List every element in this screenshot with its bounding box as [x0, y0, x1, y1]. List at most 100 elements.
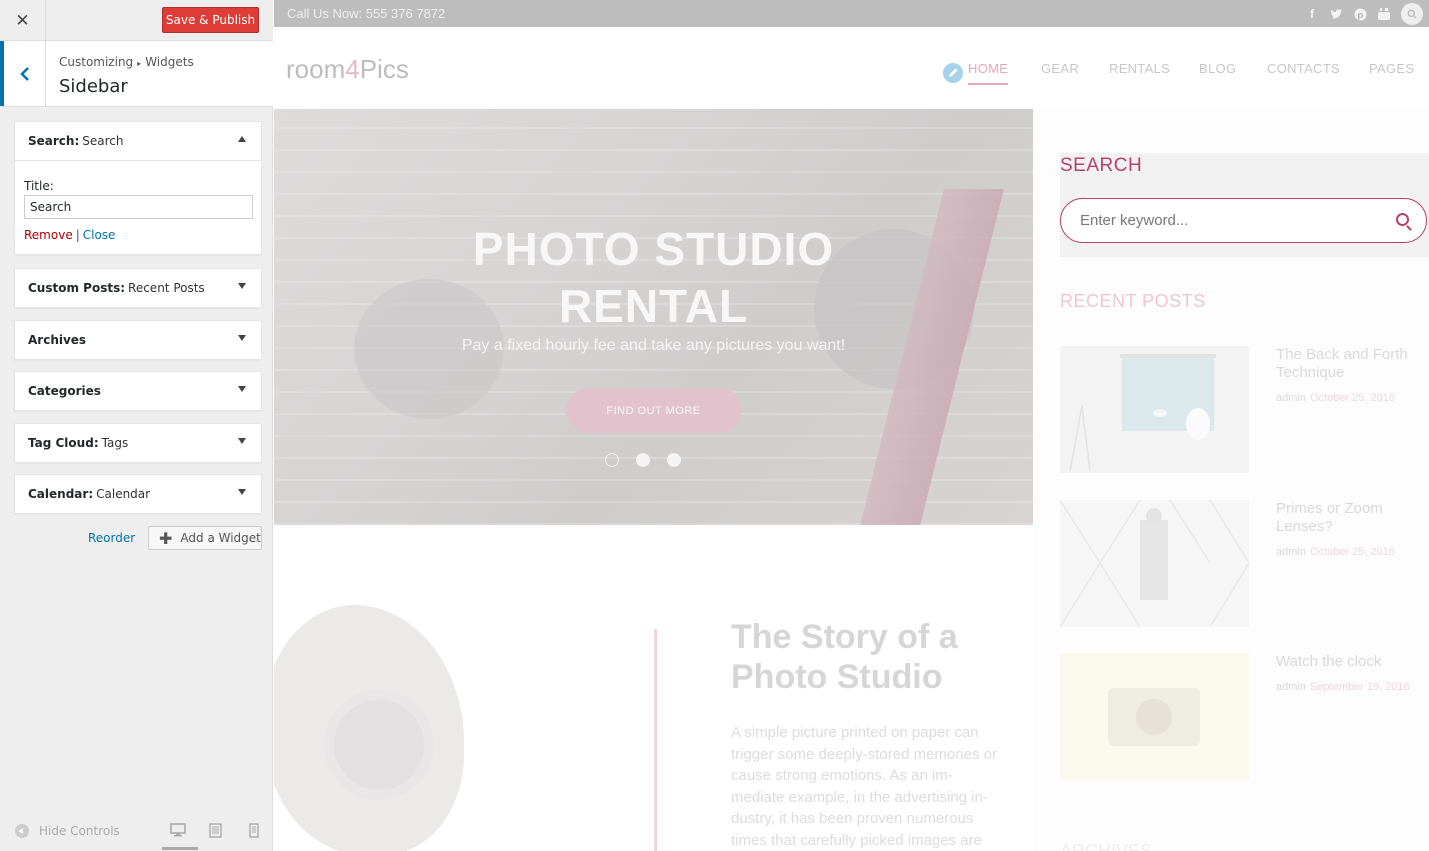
widget-header-categories[interactable]: Categories: [15, 372, 261, 410]
slider-dot[interactable]: [605, 453, 619, 467]
breadcrumb-arrow-icon: ▸: [137, 59, 142, 68]
post-author: admin: [1276, 546, 1306, 558]
search-icon[interactable]: [1401, 3, 1423, 25]
find-out-more-button[interactable]: FIND OUT MORE: [566, 388, 741, 433]
post-thumbnail[interactable]: [1060, 346, 1249, 473]
widget-type: Calendar: [28, 487, 89, 501]
widget-type: Custom Posts: [28, 281, 121, 295]
recent-post[interactable]: Primes or Zoom Lenses? admin October 25, …: [1060, 500, 1429, 627]
widget-colon: :: [120, 281, 126, 295]
social-icons: f p: [1305, 3, 1423, 25]
widget-header-archives[interactable]: Archives: [15, 321, 261, 359]
expand-arrow-icon[interactable]: [238, 438, 246, 444]
close-widget-link[interactable]: Close: [83, 228, 116, 242]
expand-arrow-icon[interactable]: [238, 283, 246, 289]
hero-slider: PHOTO STUDIO RENTAL Pay a fixed hourly f…: [274, 109, 1033, 525]
widget-title: Tags: [101, 436, 129, 450]
nav-blog[interactable]: BLOG: [1199, 61, 1236, 76]
youtube-icon[interactable]: [1377, 7, 1391, 21]
post-title[interactable]: Watch the clock: [1276, 653, 1426, 671]
slider-dots: [605, 453, 681, 467]
post-date: October 25, 2016: [1309, 546, 1395, 558]
widget-title: Recent Posts: [128, 281, 205, 295]
widget-colon: :: [88, 487, 94, 501]
post-thumbnail[interactable]: [1060, 500, 1249, 627]
add-widget-button[interactable]: ✚ Add a Widget: [148, 526, 262, 550]
widget-header-search[interactable]: Search: Search: [15, 122, 261, 160]
expand-arrow-icon[interactable]: [238, 386, 246, 392]
recent-post[interactable]: Watch the clock admin September 19, 2016: [1060, 653, 1429, 780]
post-title[interactable]: The Back and Forth Technique: [1276, 346, 1426, 382]
add-widget-label: Add a Widget: [180, 531, 261, 545]
camera-lens: [324, 690, 434, 800]
nav-gear[interactable]: GEAR: [1041, 61, 1079, 76]
title-field[interactable]: [24, 195, 253, 219]
tablet-preview-icon[interactable]: [209, 823, 222, 842]
nav-pages[interactable]: PAGES: [1369, 61, 1414, 76]
widget-header-tag-cloud[interactable]: Tag Cloud: Tags: [15, 424, 261, 462]
plus-icon: ✚: [159, 528, 173, 548]
widget-type: Categories: [28, 384, 101, 398]
slider-dot[interactable]: [667, 453, 681, 467]
breadcrumb-child: Widgets: [145, 55, 194, 69]
search-placeholder: Enter keyword...: [1080, 212, 1189, 229]
hero-title-line: PHOTO STUDIO: [472, 223, 835, 275]
nav-rentals[interactable]: RENTALS: [1109, 61, 1170, 76]
customizer-header: ✕ Save & Publish: [0, 0, 273, 41]
nav-contacts[interactable]: CONTACTS: [1267, 61, 1340, 76]
widget-header-custom-posts[interactable]: Custom Posts: Recent Posts: [15, 269, 261, 307]
widget-custom-posts: Custom Posts: Recent Posts: [14, 268, 262, 308]
reorder-link[interactable]: Reorder: [88, 531, 135, 545]
breadcrumb: Customizing ▸ Widgets: [59, 55, 194, 69]
widget-colon: :: [93, 436, 99, 450]
search-widget-title: SEARCH: [1060, 155, 1143, 176]
widget-calendar: Calendar: Calendar: [14, 474, 262, 514]
site-logo[interactable]: room4Pics: [286, 54, 409, 85]
desktop-preview-icon[interactable]: [162, 823, 198, 850]
breadcrumb-parent: Customizing: [59, 55, 134, 69]
widget-header-calendar[interactable]: Calendar: Calendar: [15, 475, 261, 513]
post-meta: admin October 25, 2016: [1276, 392, 1395, 404]
site-header: room4Pics HOME GEAR RENTALS BLOG CONTACT…: [274, 27, 1429, 109]
post-meta: admin October 25, 2016: [1276, 546, 1395, 558]
close-customizer-button[interactable]: ✕: [0, 0, 46, 41]
search-icon[interactable]: [1396, 213, 1409, 226]
widget-type: Search: [28, 134, 75, 148]
slider-dot[interactable]: [636, 453, 650, 467]
widget-tag-cloud: Tag Cloud: Tags: [14, 423, 262, 463]
save-publish-button[interactable]: Save & Publish: [162, 7, 259, 33]
widget-type: Archives: [28, 333, 87, 347]
widget-archives: Archives: [14, 320, 262, 360]
logo-part-four: 4: [345, 54, 360, 84]
title-field-label: Title:: [24, 179, 54, 193]
pinterest-icon[interactable]: p: [1353, 7, 1367, 21]
twitter-icon[interactable]: [1329, 7, 1343, 21]
hero-subtitle: Pay a fixed hourly fee and take any pict…: [461, 337, 846, 354]
chevron-left-icon: [19, 66, 29, 81]
post-date: September 19, 2016: [1309, 681, 1410, 693]
post-author: admin: [1276, 392, 1306, 404]
remove-widget-link[interactable]: Remove: [24, 228, 73, 242]
expand-arrow-icon[interactable]: [238, 335, 246, 341]
svg-text:p: p: [1357, 11, 1364, 21]
nav-home[interactable]: HOME: [968, 61, 1009, 85]
divider: [654, 629, 657, 851]
back-button[interactable]: [0, 41, 46, 106]
recent-post[interactable]: The Back and Forth Technique admin Octobe…: [1060, 346, 1429, 473]
hide-controls-button[interactable]: Hide Controls: [15, 824, 120, 838]
mobile-preview-icon[interactable]: [249, 823, 259, 842]
edit-pencil-icon[interactable]: [941, 61, 965, 85]
post-date: October 25, 2016: [1309, 392, 1395, 404]
widget-colon: :: [74, 134, 80, 148]
expand-arrow-icon[interactable]: [238, 489, 246, 495]
facebook-icon[interactable]: f: [1305, 7, 1319, 21]
section-title: Sidebar: [59, 76, 128, 97]
search-input[interactable]: Enter keyword...: [1060, 198, 1427, 243]
section-header: Customizing ▸ Widgets Sidebar: [0, 41, 273, 107]
post-title[interactable]: Primes or Zoom Lenses?: [1276, 500, 1426, 536]
hero-title-line: RENTAL: [558, 280, 749, 332]
post-meta: admin September 19, 2016: [1276, 681, 1410, 693]
collapse-arrow-icon[interactable]: [238, 136, 246, 142]
widget-title: Calendar: [96, 487, 151, 501]
post-thumbnail[interactable]: [1060, 653, 1249, 780]
